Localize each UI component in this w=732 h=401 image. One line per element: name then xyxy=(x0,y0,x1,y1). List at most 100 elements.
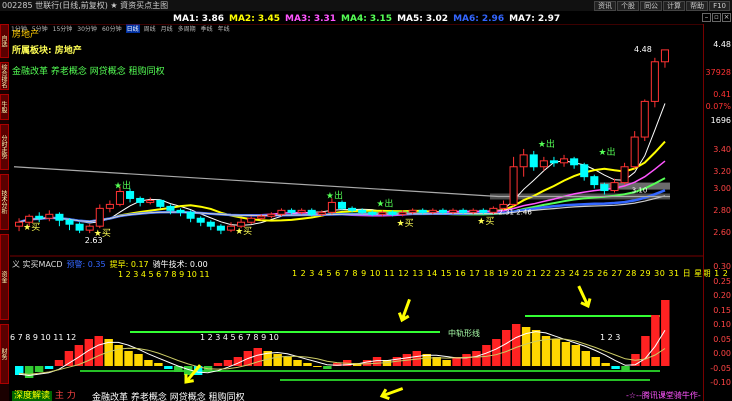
candle xyxy=(267,212,276,219)
trading-app: 002285 世联行(日线,前复权) ★ 資资买点主图 资讯 个股 同公 计算 … xyxy=(0,0,732,401)
yellow-arrow-icon xyxy=(577,285,592,309)
left-tab-1[interactable]: 自选 xyxy=(0,24,9,58)
candle-body xyxy=(136,197,145,203)
macd-bar xyxy=(551,339,561,366)
price-axis-label: 3.40 xyxy=(713,145,731,154)
candle xyxy=(196,216,205,227)
macd-bar xyxy=(134,354,143,366)
candle-body xyxy=(327,201,336,213)
left-tab-6[interactable]: 资金 xyxy=(0,234,9,320)
candle xyxy=(146,197,155,205)
candlestick-chart: ★买★买★出★买★出★出★买 ★买★出★出4.482.632.31 2.463.1… xyxy=(10,24,703,257)
candle-body xyxy=(277,209,286,215)
marker-value: 3.10 xyxy=(632,187,648,195)
high-price-label: 4.48 xyxy=(634,45,652,54)
macd-bar xyxy=(323,366,332,369)
candle-body xyxy=(398,211,407,215)
candle xyxy=(45,210,54,222)
price-axis-label: 4.48 xyxy=(713,40,731,49)
left-tab-2[interactable]: 综合排名 xyxy=(0,62,9,90)
candle-body xyxy=(317,211,326,215)
macd-bar xyxy=(253,348,262,366)
candle xyxy=(580,162,589,181)
ma-item-7: MA7: 2.97 xyxy=(509,14,560,24)
macd-bar xyxy=(661,300,670,366)
f10-button[interactable]: F10 xyxy=(709,0,730,11)
ma-item-4: MA4: 3.15 xyxy=(341,14,392,24)
candle-body xyxy=(368,211,377,215)
stock-button[interactable]: 个股 xyxy=(617,0,640,11)
left-tab-4[interactable]: 分时走势 xyxy=(0,124,9,170)
ma-label: MA3: xyxy=(285,13,311,24)
candle-body xyxy=(176,209,185,213)
candle xyxy=(156,199,165,209)
macd-axis-label: 0.30 xyxy=(713,262,731,271)
deep-read-tab[interactable]: 深度解读 xyxy=(12,391,53,401)
macd-bar xyxy=(144,360,153,366)
candle xyxy=(216,224,225,235)
help-button[interactable]: 帮助 xyxy=(686,0,709,11)
candle xyxy=(247,216,256,225)
signal-sell-label: ★出 xyxy=(538,138,555,150)
restore-icon[interactable]: ▫ xyxy=(712,13,721,22)
candle xyxy=(549,156,558,167)
candle xyxy=(610,178,619,193)
candle xyxy=(650,57,659,108)
candle-body xyxy=(156,199,165,207)
macd-bar xyxy=(641,336,650,366)
candle-body xyxy=(358,209,367,213)
candle-body xyxy=(570,158,579,166)
macd-bar xyxy=(24,366,34,378)
candle-body xyxy=(196,217,205,223)
ma-value: 2.96 xyxy=(481,13,505,24)
candle-body xyxy=(418,209,427,213)
marker-value: 2.31 2.46 xyxy=(498,208,532,216)
left-tab-5[interactable]: 技术分析 xyxy=(0,174,9,230)
left-tab-7[interactable]: 财务 xyxy=(0,324,9,384)
macd-bar xyxy=(472,351,481,366)
calc-button[interactable]: 计算 xyxy=(663,0,686,11)
signal-buy-label: ★买 xyxy=(235,226,252,237)
candle-body xyxy=(610,182,619,192)
price-axis-label: 2.60 xyxy=(713,228,731,237)
macd-bar xyxy=(462,354,471,366)
main-force-tab[interactable]: 主 力 xyxy=(55,391,76,401)
candle-body xyxy=(448,209,458,213)
ma-item-6: MA6: 2.96 xyxy=(453,14,504,24)
candle xyxy=(529,150,538,171)
candle xyxy=(186,210,195,223)
macd-bar xyxy=(442,360,451,366)
minimize-icon[interactable]: – xyxy=(702,13,711,22)
macd-axis-label: -0.10 xyxy=(710,378,731,387)
candle xyxy=(337,200,347,211)
candle-body xyxy=(75,223,84,231)
candle-body xyxy=(559,158,569,164)
candle-body xyxy=(307,209,316,215)
price-axis-label: 3.20 xyxy=(713,167,731,176)
candle-body xyxy=(378,211,387,215)
window-title: 002285 世联行(日线,前复权) ★ 資资买点主图 xyxy=(2,1,169,10)
candle-body xyxy=(216,225,225,231)
candle-body xyxy=(55,213,64,221)
candle-body xyxy=(459,209,468,213)
compare-button[interactable]: 同公 xyxy=(640,0,663,11)
price-axis: 4.48 37928 0.41 0.07% 1696 3.40 3.20 3.00 2.80 2.… xyxy=(703,24,732,401)
channel-label: 中轨形线 xyxy=(448,328,480,338)
close-icon[interactable]: × xyxy=(722,13,731,22)
candle xyxy=(65,218,74,231)
macd-axis-label: 0.05 xyxy=(713,334,731,344)
candle xyxy=(630,131,639,169)
candle-body xyxy=(539,160,548,168)
candle xyxy=(55,212,64,227)
candle-body xyxy=(650,61,659,102)
macd-axis-label: 0.00 xyxy=(713,349,731,358)
candle xyxy=(660,49,669,68)
candle-body xyxy=(247,217,256,223)
candle xyxy=(75,222,84,234)
candle-body xyxy=(166,205,175,211)
candle-body xyxy=(580,164,589,178)
bottom-concept-label: 金融改革 养老概念 网贷概念 租购同权 xyxy=(92,393,245,401)
left-tab-3[interactable]: 牛股 xyxy=(0,94,9,120)
news-button[interactable]: 资讯 xyxy=(594,0,617,11)
macd-axis-label: 0.10 xyxy=(713,320,731,329)
